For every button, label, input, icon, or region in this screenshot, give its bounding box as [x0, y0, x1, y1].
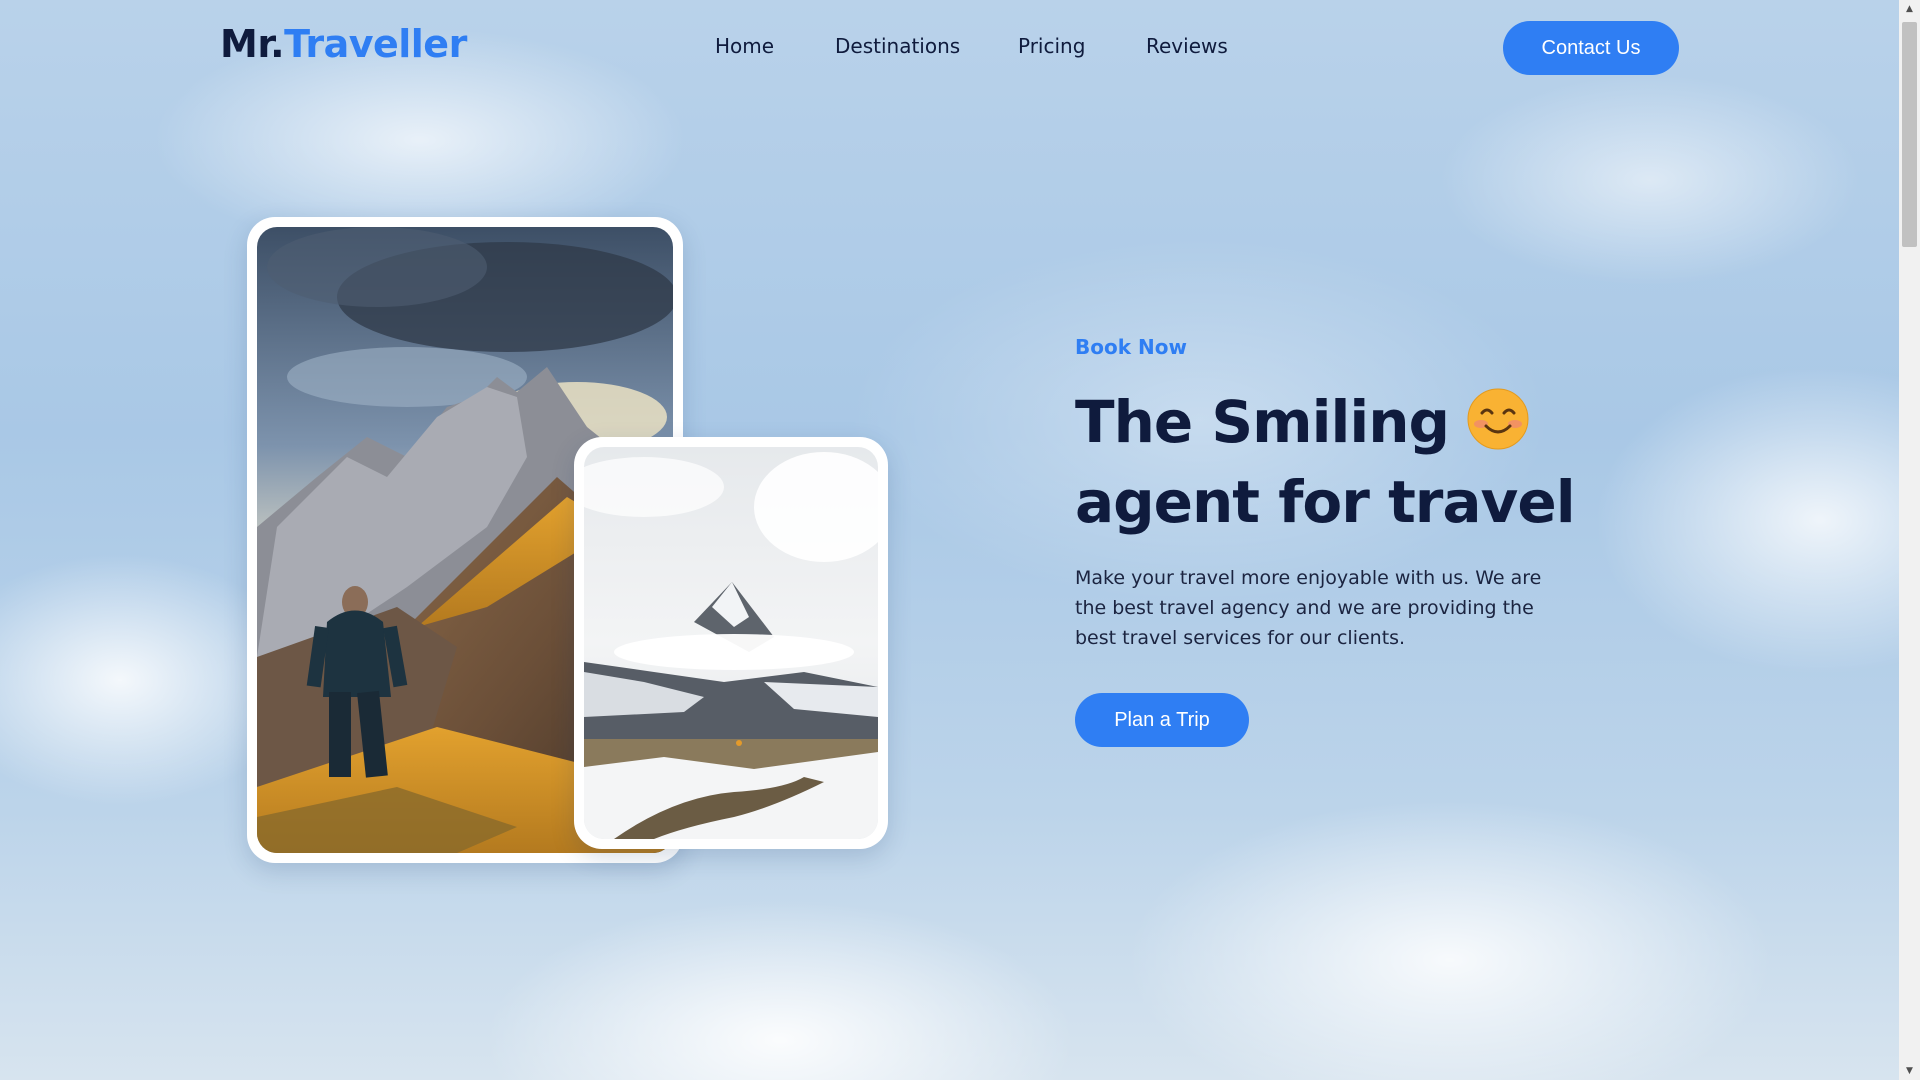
snowy-peak-photo [584, 447, 878, 839]
nav-destinations[interactable]: Destinations [835, 34, 960, 58]
smiling-face-icon [1467, 388, 1529, 450]
page-scrollbar[interactable]: ▲ ▼ [1899, 0, 1920, 1080]
nav-pricing[interactable]: Pricing [1018, 34, 1085, 58]
plan-a-trip-button[interactable]: Plan a Trip [1075, 693, 1249, 747]
scrollbar-thumb[interactable] [1902, 22, 1917, 247]
page-viewport: Mr.Traveller Home Destinations Pricing R… [0, 0, 1899, 1080]
contact-us-button[interactable]: Contact Us [1503, 21, 1679, 75]
hero-headline: The Smiling agent for travel [1075, 382, 1635, 542]
scroll-down-arrow-icon[interactable]: ▼ [1899, 1062, 1920, 1080]
nav-home[interactable]: Home [715, 34, 774, 58]
scroll-up-arrow-icon[interactable]: ▲ [1899, 0, 1920, 18]
book-now-label: Book Now [1075, 335, 1187, 359]
secondary-photo-card [574, 437, 888, 849]
hero-description: Make your travel more enjoyable with us.… [1075, 567, 1542, 649]
headline-line-2: agent for travel [1075, 468, 1576, 536]
headline-line-1: The Smiling [1075, 388, 1450, 456]
nav-reviews[interactable]: Reviews [1146, 34, 1228, 58]
